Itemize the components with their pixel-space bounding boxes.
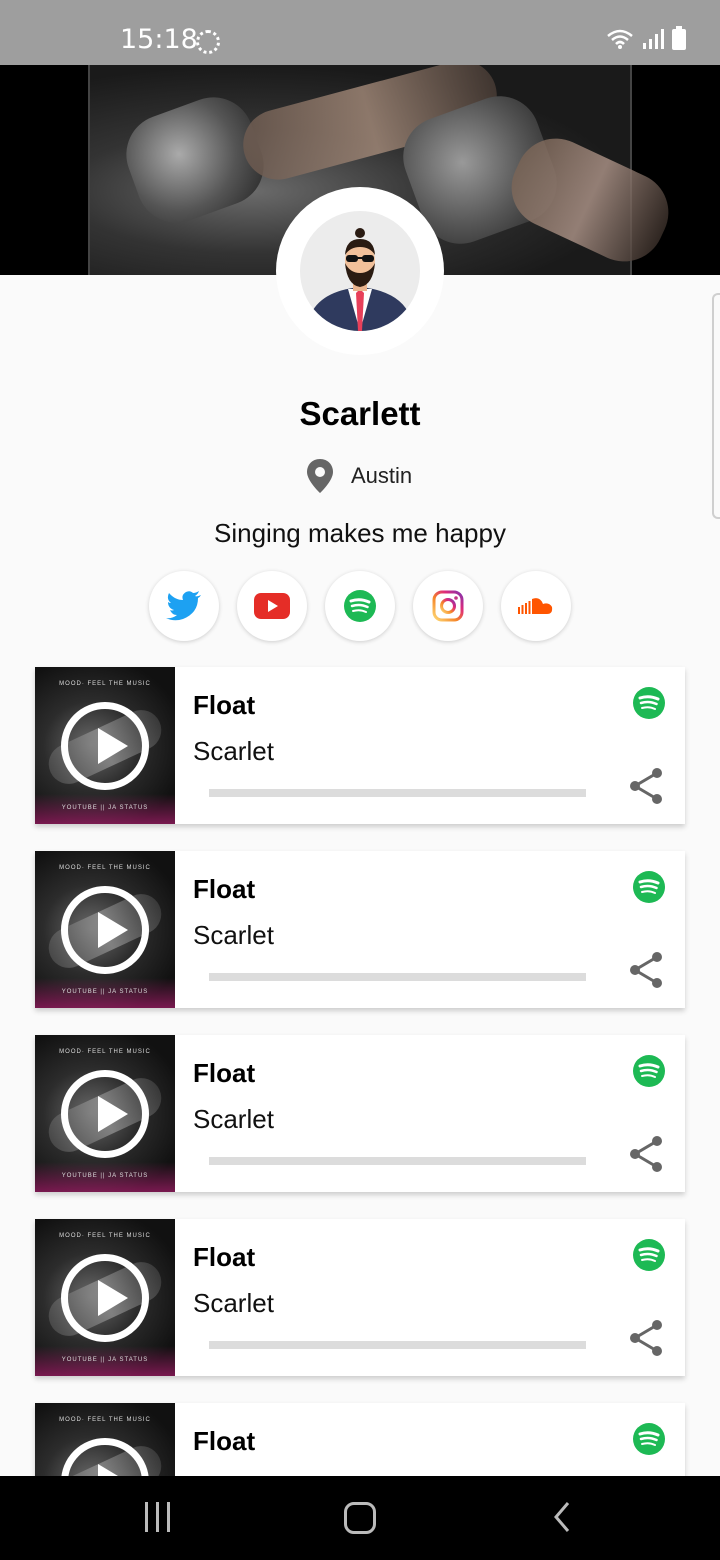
location-pin-icon: [307, 459, 333, 493]
spotify-icon[interactable]: [633, 1239, 665, 1271]
thumbnail-caption: MOOD· FEEL THE MUSIC: [59, 1417, 151, 1423]
thumbnail-caption: MOOD· FEEL THE MUSIC: [59, 865, 151, 871]
thumbnail-caption: MOOD· FEEL THE MUSIC: [59, 1049, 151, 1055]
location: Austin: [305, 458, 412, 494]
status-icons: [606, 26, 686, 50]
share-icon[interactable]: [629, 1135, 663, 1173]
location-text: Austin: [351, 463, 413, 488]
spotify-icon: [344, 590, 376, 622]
twitter-icon: [166, 591, 201, 621]
track-title: Float: [193, 1242, 256, 1272]
social-links: [149, 571, 571, 641]
track-artist: Scarlet: [193, 1288, 274, 1318]
track-progress-bar[interactable]: [209, 1157, 586, 1165]
instagram-icon: [432, 590, 464, 622]
recent-apps-button[interactable]: [145, 1502, 170, 1532]
play-button[interactable]: [61, 1254, 149, 1342]
spotify-icon[interactable]: [633, 1423, 665, 1455]
track-progress-bar[interactable]: [209, 789, 586, 797]
avatar-illustration: [310, 228, 410, 331]
track-title: Float: [193, 874, 256, 904]
track-thumbnail: MOOD· FEEL THE MUSIC YOUTUBE || JA STATU…: [35, 667, 175, 824]
track-list: MOOD· FEEL THE MUSIC YOUTUBE || JA STATU…: [35, 667, 685, 1560]
bio: Singing makes me happy: [214, 518, 506, 548]
track-thumbnail: MOOD· FEEL THE MUSIC YOUTUBE || JA STATU…: [35, 1035, 175, 1192]
wifi-icon: [607, 29, 633, 49]
track-thumbnail: MOOD· FEEL THE MUSIC YOUTUBE || JA STATU…: [35, 851, 175, 1008]
track-thumbnail: MOOD· FEEL THE MUSIC YOUTUBE || JA STATU…: [35, 1219, 175, 1376]
avatar[interactable]: [300, 211, 420, 331]
track-card[interactable]: MOOD· FEEL THE MUSIC YOUTUBE || JA STATU…: [35, 667, 685, 824]
profile-name: Scarlett: [299, 395, 421, 432]
track-artist: Scarlet: [193, 736, 274, 766]
share-icon[interactable]: [629, 767, 663, 805]
back-button[interactable]: [552, 1500, 572, 1534]
signal-icon: [643, 29, 664, 49]
navigation-bar: [0, 1476, 720, 1560]
youtube-button[interactable]: [237, 571, 307, 641]
twitter-button[interactable]: [149, 571, 219, 641]
status-time: 15:18: [120, 24, 198, 55]
home-button[interactable]: [344, 1502, 376, 1534]
status-bar: 15:18: [0, 0, 720, 65]
thumbnail-caption: MOOD· FEEL THE MUSIC: [59, 681, 151, 687]
soundcloud-icon: [518, 598, 553, 614]
sync-icon: [196, 30, 220, 54]
thumbnail-footer: YOUTUBE || JA STATUS: [61, 989, 149, 995]
track-title: Float: [193, 1426, 256, 1456]
share-icon[interactable]: [629, 1319, 663, 1357]
track-card[interactable]: MOOD· FEEL THE MUSIC YOUTUBE || JA STATU…: [35, 1035, 685, 1192]
thumbnail-caption: MOOD· FEEL THE MUSIC: [59, 1233, 151, 1239]
instagram-button[interactable]: [413, 571, 483, 641]
battery-icon: [672, 26, 686, 50]
track-artist: Scarlet: [193, 920, 274, 950]
track-title: Float: [193, 1058, 256, 1088]
thumbnail-footer: YOUTUBE || JA STATUS: [61, 805, 149, 811]
track-artist: Scarlet: [193, 1104, 274, 1134]
spotify-icon[interactable]: [633, 1055, 665, 1087]
play-button[interactable]: [61, 886, 149, 974]
track-progress-bar[interactable]: [209, 973, 586, 981]
track-title: Float: [193, 690, 256, 720]
youtube-icon: [254, 593, 290, 619]
soundcloud-button[interactable]: [501, 571, 571, 641]
track-progress-bar[interactable]: [209, 1341, 586, 1349]
play-button[interactable]: [61, 1070, 149, 1158]
play-button[interactable]: [61, 702, 149, 790]
thumbnail-footer: YOUTUBE || JA STATUS: [61, 1173, 149, 1179]
track-card[interactable]: MOOD· FEEL THE MUSIC YOUTUBE || JA STATU…: [35, 851, 685, 1008]
spotify-icon[interactable]: [633, 687, 665, 719]
spotify-icon[interactable]: [633, 871, 665, 903]
spotify-button[interactable]: [325, 571, 395, 641]
share-icon[interactable]: [629, 951, 663, 989]
track-card[interactable]: MOOD· FEEL THE MUSIC YOUTUBE || JA STATU…: [35, 1219, 685, 1376]
thumbnail-footer: YOUTUBE || JA STATUS: [61, 1357, 149, 1363]
